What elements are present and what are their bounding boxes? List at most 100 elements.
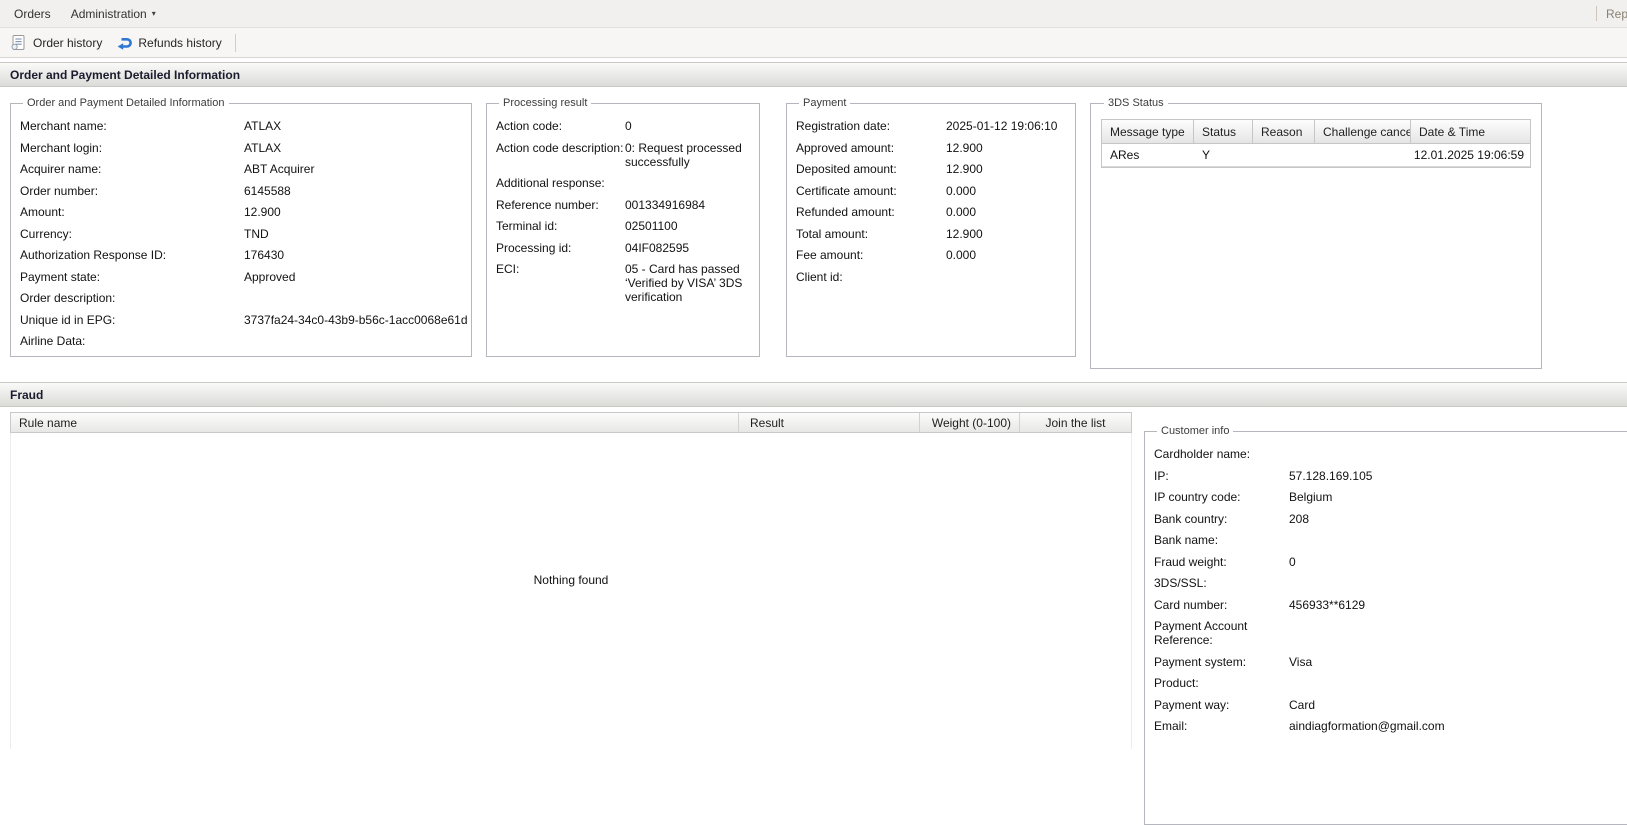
field-value: ATLAX <box>244 119 471 133</box>
field-label: Certificate amount: <box>796 184 946 198</box>
field-label: Deposited amount: <box>796 162 946 176</box>
field-value: 001334916984 <box>625 198 755 212</box>
field-value <box>1289 619 1627 647</box>
panel-customer-info: Customer info Cardholder name: IP:57.128… <box>1144 425 1627 825</box>
field-row: Deposited amount:12.900 <box>796 162 1075 176</box>
field-label: Acquirer name: <box>20 162 244 176</box>
field-row: Terminal id:02501100 <box>496 219 759 233</box>
fraud-col-join-the-list[interactable]: Join the list <box>1019 413 1131 432</box>
3ds-col-reason[interactable]: Reason <box>1253 120 1315 143</box>
field-value: 02501100 <box>625 219 755 233</box>
field-value: 176430 <box>244 248 471 262</box>
panel-customer-info-legend: Customer info <box>1157 425 1233 437</box>
field-value: 0: Request processed successfully <box>625 141 755 169</box>
menu-administration[interactable]: Administration ▾ <box>61 7 166 21</box>
toolbar-separator <box>235 34 236 52</box>
field-row: Bank name: <box>1154 533 1627 547</box>
panel-order-info: Order and Payment Detailed Information M… <box>10 97 472 357</box>
field-row: Fraud weight:0 <box>1154 555 1627 569</box>
field-label: Client id: <box>796 270 946 284</box>
fraud-table-header: Rule name Result Weight (0-100) Join the… <box>10 412 1132 433</box>
field-label: Merchant login: <box>20 141 244 155</box>
field-label: Unique id in EPG: <box>20 313 244 327</box>
field-label: Processing id: <box>496 241 625 255</box>
3ds-table-header: Message type Status Reason Challenge can… <box>1102 120 1530 144</box>
field-row: Cardholder name: <box>1154 447 1627 461</box>
field-value <box>1289 533 1627 547</box>
refunds-history-label: Refunds history <box>138 36 221 50</box>
field-label: Payment state: <box>20 270 244 284</box>
field-row: Order description: <box>20 291 471 305</box>
field-row: IP country code:Belgium <box>1154 490 1627 504</box>
field-row: Action code:0 <box>496 119 759 133</box>
field-label: Order number: <box>20 184 244 198</box>
field-row: Action code description:0: Request proce… <box>496 141 759 169</box>
field-value <box>1289 447 1627 461</box>
field-label: Payment way: <box>1154 698 1289 712</box>
panel-3ds-status: 3DS Status Message type Status Reason Ch… <box>1090 97 1542 369</box>
field-label: Currency: <box>20 227 244 241</box>
toolbar: Order history Refunds history <box>0 28 1627 58</box>
field-row: Total amount:12.900 <box>796 227 1075 241</box>
menu-reports[interactable]: Rep <box>1606 0 1627 27</box>
refunds-history-button[interactable]: Refunds history <box>111 31 230 54</box>
fraud-col-result[interactable]: Result <box>738 413 919 432</box>
panel-3ds-status-legend: 3DS Status <box>1104 97 1168 109</box>
field-value: Visa <box>1289 655 1627 669</box>
fraud-empty-message: Nothing found <box>11 433 1131 587</box>
field-value: 05 - Card has passed ‘Verified by VISA’ … <box>625 262 755 304</box>
field-label: Total amount: <box>796 227 946 241</box>
field-value: ATLAX <box>244 141 471 155</box>
field-row: Authorization Response ID:176430 <box>20 248 471 262</box>
field-value: 0.000 <box>946 248 1075 262</box>
app-window: { "colors": { "accent_blue": "#2e78d2" }… <box>0 0 1627 745</box>
3ds-col-challenge-cancel[interactable]: Challenge cancel <box>1315 120 1411 143</box>
panel-payment: Payment Registration date:2025-01-12 19:… <box>786 97 1076 357</box>
field-label: Additional response: <box>496 176 625 190</box>
field-label: Email: <box>1154 719 1289 733</box>
field-value <box>1289 676 1627 690</box>
field-label: Refunded amount: <box>796 205 946 219</box>
menu-bar: Orders Administration ▾ Rep <box>0 0 1627 28</box>
field-value <box>625 176 755 190</box>
field-row: Merchant login:ATLAX <box>20 141 471 155</box>
field-row: Payment Account Reference: <box>1154 619 1627 647</box>
3ds-cell-message-type: ARes <box>1102 148 1194 162</box>
field-value: 12.900 <box>946 141 1075 155</box>
3ds-col-date-time[interactable]: Date & Time <box>1411 120 1530 143</box>
3ds-col-status[interactable]: Status <box>1194 120 1253 143</box>
3ds-table-row[interactable]: ARes Y 12.01.2025 19:06:59 <box>1102 144 1530 167</box>
field-value: 208 <box>1289 512 1627 526</box>
field-row: Registration date:2025-01-12 19:06:10 <box>796 119 1075 133</box>
chevron-down-icon: ▾ <box>152 10 156 18</box>
field-label: Registration date: <box>796 119 946 133</box>
field-value: 0.000 <box>946 184 1075 198</box>
field-row: Approved amount:12.900 <box>796 141 1075 155</box>
field-row: 3DS/SSL: <box>1154 576 1627 590</box>
field-row: Merchant name:ATLAX <box>20 119 471 133</box>
field-row: ECI:05 - Card has passed ‘Verified by VI… <box>496 262 759 304</box>
field-label: 3DS/SSL: <box>1154 576 1289 590</box>
field-label: IP country code: <box>1154 490 1289 504</box>
field-row: Payment system:Visa <box>1154 655 1627 669</box>
field-label: Approved amount: <box>796 141 946 155</box>
field-label: Action code: <box>496 119 625 133</box>
3ds-cell-status: Y <box>1194 148 1253 162</box>
menu-administration-label: Administration <box>71 7 147 21</box>
field-row: Bank country:208 <box>1154 512 1627 526</box>
field-row: Client id: <box>796 270 1075 284</box>
menu-orders[interactable]: Orders <box>4 7 61 21</box>
order-history-button[interactable]: Order history <box>6 31 111 54</box>
fraud-col-weight[interactable]: Weight (0-100) <box>919 413 1019 432</box>
field-value: 57.128.169.105 <box>1289 469 1627 483</box>
section-header-fraud: Fraud <box>0 382 1627 407</box>
fraud-col-rule-name[interactable]: Rule name <box>11 413 738 432</box>
field-label: Authorization Response ID: <box>20 248 244 262</box>
field-label: Product: <box>1154 676 1289 690</box>
field-row: Acquirer name:ABT Acquirer <box>20 162 471 176</box>
3ds-col-message-type[interactable]: Message type <box>1102 120 1194 143</box>
field-value <box>244 334 471 348</box>
field-label: Order description: <box>20 291 244 305</box>
field-label: Payment system: <box>1154 655 1289 669</box>
field-row: Additional response: <box>496 176 759 190</box>
